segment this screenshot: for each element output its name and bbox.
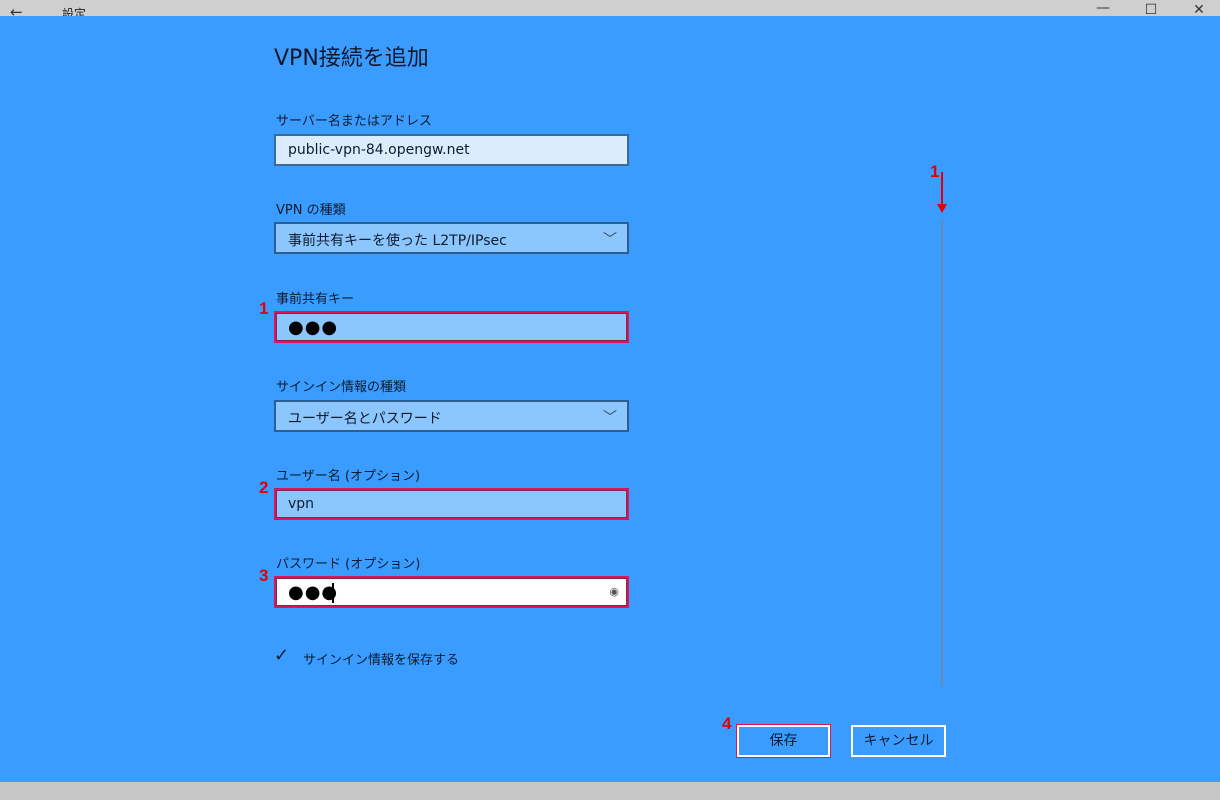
annotation-arrow-head <box>937 204 947 213</box>
annotation-marker-3: 3 <box>259 566 269 585</box>
psk-label: 事前共有キー <box>276 292 355 307</box>
remember-signin-checkbox[interactable]: ✓ <box>274 645 289 666</box>
vpn-type-value: 事前共有キーを使った L2TP/IPsec <box>288 233 507 249</box>
psk-value: ●●● <box>288 317 339 338</box>
username-value: vpn <box>288 496 315 512</box>
annotation-marker-1-scroll: 1 <box>930 162 940 181</box>
save-button[interactable]: 保存 <box>737 725 830 757</box>
annotation-marker-4: 4 <box>722 714 732 733</box>
text-caret <box>332 583 334 603</box>
annotation-marker-2: 2 <box>259 478 269 497</box>
vpn-dialog-panel <box>0 16 1220 782</box>
password-value: ●●● <box>288 582 339 603</box>
signin-type-value: ユーザー名とパスワード <box>288 411 442 427</box>
vpn-type-label: VPN の種類 <box>276 203 346 218</box>
annotation-marker-1: 1 <box>259 299 269 318</box>
bottom-strip <box>0 782 1220 800</box>
remember-signin-label: サインイン情報を保存する <box>303 653 460 668</box>
minimize-icon[interactable]: — <box>1088 0 1118 16</box>
server-address-value: public-vpn-84.opengw.net <box>288 142 470 158</box>
vpn-type-select[interactable]: 事前共有キーを使った L2TP/IPsec ﹀ <box>274 222 629 254</box>
cancel-button[interactable]: キャンセル <box>851 725 946 757</box>
annotation-arrow <box>941 172 943 208</box>
username-label: ユーザー名 (オプション) <box>276 469 421 484</box>
psk-input[interactable]: ●●● <box>274 311 629 343</box>
server-label: サーバー名またはアドレス <box>276 114 432 129</box>
signin-type-select[interactable]: ユーザー名とパスワード ﹀ <box>274 400 629 432</box>
scrollbar[interactable] <box>941 220 943 687</box>
server-address-input[interactable]: public-vpn-84.opengw.net <box>274 134 629 166</box>
chevron-down-icon: ﹀ <box>603 232 617 248</box>
signin-type-label: サインイン情報の種類 <box>276 380 407 395</box>
reveal-password-eye-icon[interactable]: ◉ <box>609 585 619 598</box>
page-title: VPN接続を追加 <box>274 46 429 71</box>
password-input[interactable]: ●●● ◉ <box>274 576 629 608</box>
chevron-down-icon: ﹀ <box>603 410 617 426</box>
username-input[interactable]: vpn <box>274 488 629 520</box>
password-label: パスワード (オプション) <box>276 557 421 572</box>
